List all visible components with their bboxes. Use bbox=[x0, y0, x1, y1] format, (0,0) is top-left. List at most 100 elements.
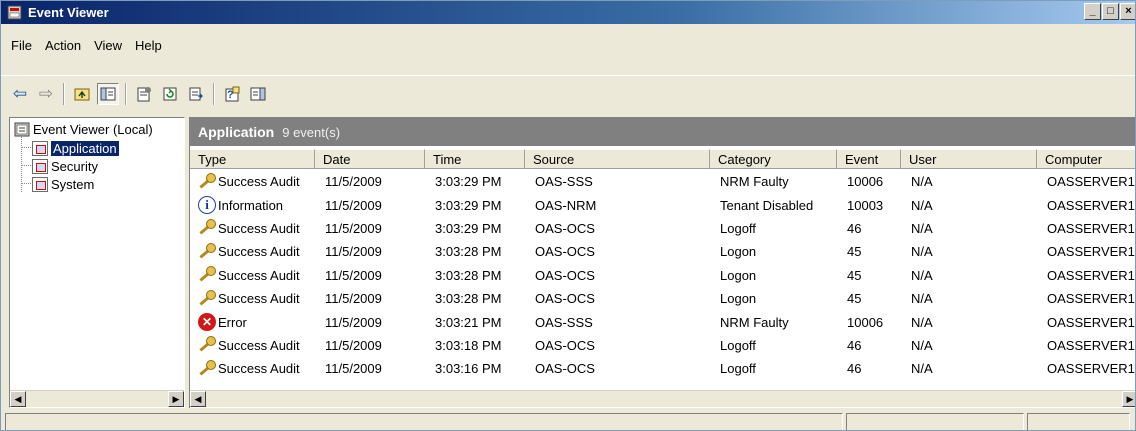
table-row[interactable]: Success Audit 11/5/2009 3:03:28 PM OAS-O… bbox=[190, 264, 1135, 287]
toolbar-separator bbox=[213, 82, 215, 105]
column-header-time[interactable]: Time bbox=[425, 149, 525, 169]
cell-user: N/A bbox=[911, 361, 933, 377]
cell-event: 46 bbox=[847, 337, 862, 353]
key-icon bbox=[198, 289, 216, 308]
scroll-right-icon: ▶ bbox=[172, 393, 180, 404]
event-viewer-app-icon[interactable] bbox=[7, 5, 22, 20]
export-list-button[interactable] bbox=[185, 83, 207, 105]
cell-type: Success Audit bbox=[190, 357, 315, 380]
event-type: Success Audit bbox=[218, 174, 300, 190]
up-one-level-icon bbox=[74, 88, 90, 100]
column-header-type[interactable]: Type bbox=[190, 149, 315, 169]
cell-event: 45 bbox=[847, 267, 862, 283]
tree-horizontal-scrollbar[interactable]: ◀ ▶ bbox=[10, 390, 184, 407]
table-row[interactable]: Success Audit 11/5/2009 3:03:16 PM OAS-O… bbox=[190, 357, 1135, 380]
menu-help[interactable]: Help bbox=[131, 36, 171, 55]
column-header-user[interactable]: User bbox=[901, 149, 1037, 169]
cell-type: Success Audit bbox=[190, 264, 315, 287]
event-list-pane: Application 9 event(s) Type Date Time So… bbox=[189, 117, 1135, 408]
list-title-bar: Application 9 event(s) bbox=[190, 118, 1135, 146]
cell-time: 3:03:28 PM bbox=[435, 267, 502, 283]
table-row[interactable]: Success Audit 11/5/2009 3:03:18 PM OAS-O… bbox=[190, 334, 1135, 357]
tree-node-application[interactable]: Application bbox=[32, 139, 119, 157]
menu-file[interactable]: File bbox=[7, 36, 41, 55]
event-rows: Success Audit 11/5/2009 3:03:29 PM OAS-S… bbox=[190, 170, 1135, 381]
forward-button[interactable]: ⇨ bbox=[35, 83, 57, 105]
cell-user: N/A bbox=[911, 220, 933, 236]
refresh-button[interactable] bbox=[159, 83, 181, 105]
cell-source: OAS-OCS bbox=[535, 267, 595, 283]
list-horizontal-scrollbar[interactable]: ◀ ▶ bbox=[190, 390, 1135, 407]
cell-category: NRM Faulty bbox=[720, 314, 789, 330]
cell-category: Logoff bbox=[720, 220, 756, 236]
list-scroll-left-button[interactable]: ◀ bbox=[190, 391, 206, 407]
show-hide-action-pane-button[interactable] bbox=[247, 83, 269, 105]
minimize-button[interactable]: _ bbox=[1084, 3, 1101, 20]
event-type: Information bbox=[218, 197, 284, 213]
table-row[interactable]: Success Audit 11/5/2009 3:03:28 PM OAS-O… bbox=[190, 287, 1135, 310]
log-icon bbox=[32, 158, 48, 174]
cell-computer: OASSERVER1 bbox=[1047, 337, 1135, 353]
scroll-left-button[interactable]: ◀ bbox=[10, 391, 26, 407]
table-row[interactable]: i Information 11/5/2009 3:03:29 PM OAS-NR… bbox=[190, 193, 1135, 216]
table-row[interactable]: Success Audit 11/5/2009 3:03:28 PM OAS-O… bbox=[190, 240, 1135, 263]
properties-button[interactable] bbox=[133, 83, 155, 105]
close-icon: × bbox=[1125, 5, 1132, 17]
log-icon bbox=[32, 176, 48, 192]
cell-computer: OASSERVER1 bbox=[1047, 220, 1135, 236]
console-tree[interactable]: Event Viewer (Local) Application Securit… bbox=[9, 117, 185, 408]
cell-event: 10003 bbox=[847, 197, 884, 213]
key-icon bbox=[198, 266, 216, 284]
cell-time: 3:03:28 PM bbox=[435, 244, 502, 260]
error-icon: ✕ bbox=[198, 313, 216, 332]
help-button[interactable]: ? bbox=[221, 83, 243, 105]
column-header-date[interactable]: Date bbox=[315, 149, 425, 169]
cell-date: 11/5/2009 bbox=[325, 314, 382, 330]
tree-node-system[interactable]: System bbox=[32, 175, 94, 193]
column-header-category[interactable]: Category bbox=[710, 149, 837, 169]
tree-node-security[interactable]: Security bbox=[32, 157, 98, 175]
event-count: 9 event(s) bbox=[282, 124, 341, 140]
cell-user: N/A bbox=[911, 174, 933, 190]
maximize-button[interactable]: □ bbox=[1102, 3, 1119, 20]
cell-category: Tenant Disabled bbox=[720, 197, 814, 213]
list-scroll-right-button[interactable]: ▶ bbox=[1122, 391, 1135, 407]
event-type: Success Audit bbox=[218, 361, 300, 377]
cell-time: 3:03:16 PM bbox=[435, 361, 502, 377]
table-row[interactable]: Success Audit 11/5/2009 3:03:29 PM OAS-S… bbox=[190, 170, 1135, 193]
column-header-event[interactable]: Event bbox=[837, 149, 901, 169]
cell-time: 3:03:21 PM bbox=[435, 314, 502, 330]
cell-source: OAS-OCS bbox=[535, 291, 595, 307]
minimize-icon: _ bbox=[1089, 5, 1096, 17]
key-icon bbox=[198, 219, 216, 237]
show-hide-tree-button[interactable] bbox=[97, 82, 119, 105]
cell-date: 11/5/2009 bbox=[325, 244, 382, 260]
menu-view[interactable]: View bbox=[90, 36, 131, 55]
tree-label-security: Security bbox=[51, 158, 98, 174]
tree-connector bbox=[21, 183, 31, 184]
back-button[interactable]: ⇦ bbox=[9, 83, 31, 105]
cell-type: Success Audit bbox=[190, 287, 315, 310]
menu-action[interactable]: Action bbox=[41, 36, 90, 55]
cell-category: NRM Faulty bbox=[720, 174, 789, 190]
event-type: Success Audit bbox=[218, 267, 300, 283]
cell-source: OAS-OCS bbox=[535, 220, 595, 236]
tree-node-event-viewer-local[interactable]: Event Viewer (Local) bbox=[14, 120, 153, 138]
cell-type: Success Audit bbox=[190, 240, 315, 263]
log-icon bbox=[32, 140, 48, 156]
scroll-right-button[interactable]: ▶ bbox=[168, 391, 184, 407]
list-scroll-track[interactable] bbox=[206, 391, 1122, 407]
cell-type: Success Audit bbox=[190, 217, 315, 240]
up-one-level-button[interactable] bbox=[71, 83, 93, 105]
forward-arrow-icon: ⇨ bbox=[38, 83, 54, 103]
table-row[interactable]: ✕ Error 11/5/2009 3:03:21 PM OAS-SSS NRM … bbox=[190, 310, 1135, 333]
refresh-icon bbox=[163, 87, 177, 100]
scroll-track[interactable] bbox=[26, 391, 168, 407]
cell-date: 11/5/2009 bbox=[325, 174, 382, 190]
title-bar[interactable]: Event Viewer _ □ × bbox=[1, 1, 1135, 24]
column-header-source[interactable]: Source bbox=[525, 149, 710, 169]
table-row[interactable]: Success Audit 11/5/2009 3:03:29 PM OAS-O… bbox=[190, 217, 1135, 240]
close-button[interactable]: × bbox=[1120, 3, 1135, 20]
cell-computer: OASSERVER1 bbox=[1047, 267, 1135, 283]
column-header-computer[interactable]: Computer bbox=[1037, 149, 1135, 169]
